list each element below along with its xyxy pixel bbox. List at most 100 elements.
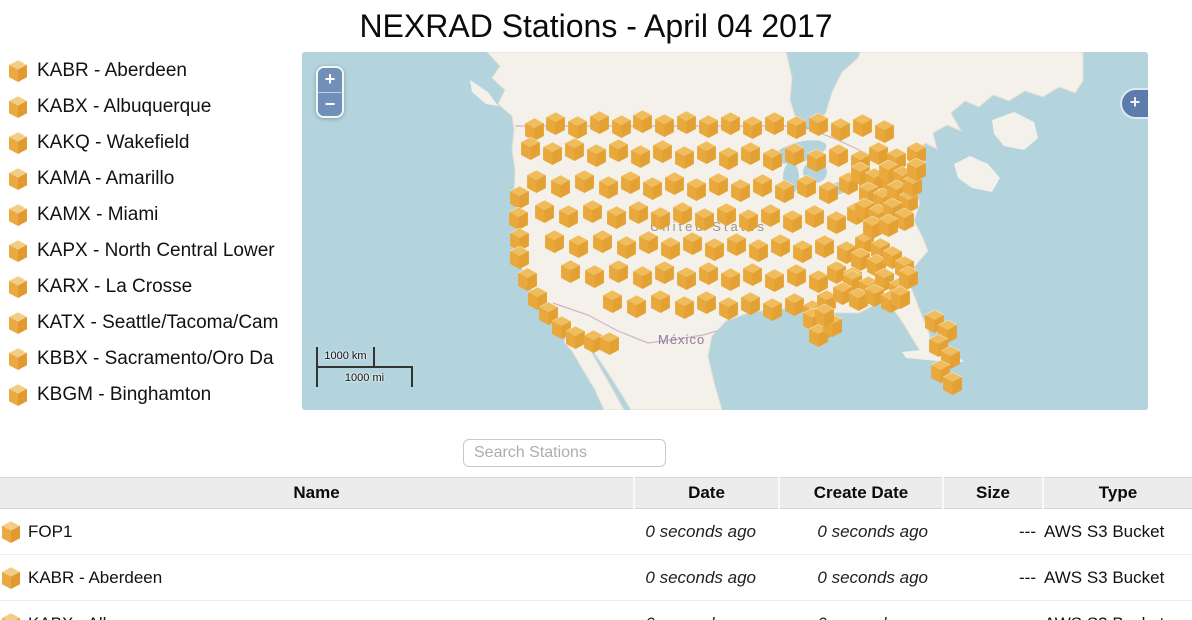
s3-bucket-marker[interactable] [786, 116, 807, 139]
s3-bucket-marker[interactable] [650, 207, 671, 230]
s3-bucket-marker[interactable] [599, 332, 620, 355]
s3-bucket-marker[interactable] [770, 234, 791, 257]
s3-bucket-marker[interactable] [654, 261, 675, 284]
s3-bucket-marker[interactable] [626, 295, 647, 318]
s3-bucket-marker[interactable] [764, 112, 785, 135]
s3-bucket-marker[interactable] [764, 269, 785, 292]
s3-bucket-marker[interactable] [742, 116, 763, 139]
s3-bucket-marker[interactable] [592, 230, 613, 253]
s3-bucket-marker[interactable] [544, 230, 565, 253]
s3-bucket-marker[interactable] [574, 170, 595, 193]
column-header-create-date[interactable]: Create Date [778, 477, 942, 509]
s3-bucket-marker[interactable] [796, 175, 817, 198]
s3-bucket-marker[interactable] [520, 137, 541, 160]
s3-bucket-marker[interactable] [672, 202, 693, 225]
s3-bucket-marker[interactable] [828, 144, 849, 167]
s3-bucket-marker[interactable] [586, 144, 607, 167]
s3-bucket-marker[interactable] [806, 149, 827, 172]
s3-bucket-marker[interactable] [874, 120, 895, 143]
s3-bucket-marker[interactable] [784, 143, 805, 166]
layers-expand-button[interactable]: + [1122, 90, 1148, 117]
s3-bucket-marker[interactable] [726, 233, 747, 256]
s3-bucket-marker[interactable] [686, 178, 707, 201]
sidebar-station-item[interactable]: KARX - La Crosse [8, 269, 282, 305]
s3-bucket-marker[interactable] [720, 268, 741, 291]
s3-bucket-marker[interactable] [606, 206, 627, 229]
sidebar-station-item[interactable]: KAKQ - Wakefield [8, 125, 282, 161]
s3-bucket-marker[interactable] [718, 297, 739, 320]
s3-bucket-marker[interactable] [598, 176, 619, 199]
table-row[interactable]: KABX - Albuquerque 0 seconds ago 0 secon… [0, 601, 1192, 620]
s3-bucket-marker[interactable] [650, 290, 671, 313]
s3-bucket-marker[interactable] [718, 147, 739, 170]
s3-bucket-marker[interactable] [560, 260, 581, 283]
s3-bucket-marker[interactable] [760, 204, 781, 227]
s3-bucket-marker[interactable] [642, 177, 663, 200]
s3-bucket-marker[interactable] [792, 240, 813, 263]
sidebar-station-item[interactable]: KABR - Aberdeen [8, 53, 282, 89]
s3-bucket-marker[interactable] [740, 292, 761, 315]
s3-bucket-marker[interactable] [814, 304, 835, 327]
s3-bucket-marker[interactable] [730, 179, 751, 202]
sidebar-station-item[interactable]: KBBX - Sacramento/Oro Da [8, 341, 282, 377]
s3-bucket-marker[interactable] [676, 267, 697, 290]
s3-bucket-marker[interactable] [584, 265, 605, 288]
s3-bucket-marker[interactable] [632, 266, 653, 289]
s3-bucket-marker[interactable] [682, 232, 703, 255]
s3-bucket-marker[interactable] [545, 112, 566, 135]
s3-bucket-marker[interactable] [696, 291, 717, 314]
s3-bucket-marker[interactable] [738, 209, 759, 232]
s3-bucket-marker[interactable] [509, 186, 530, 209]
s3-bucket-marker[interactable] [762, 148, 783, 171]
s3-bucket-marker[interactable] [630, 145, 651, 168]
sidebar-station-item[interactable]: KATX - Seattle/Tacoma/Cam [8, 305, 282, 341]
sidebar-station-item[interactable]: KBGM - Binghamton [8, 377, 282, 413]
s3-bucket-marker[interactable] [608, 139, 629, 162]
sidebar-station-item[interactable]: KAMX - Miami [8, 197, 282, 233]
s3-bucket-marker[interactable] [616, 236, 637, 259]
zoom-in-button[interactable]: + [318, 68, 342, 92]
s3-bucket-marker[interactable] [774, 180, 795, 203]
s3-bucket-marker[interactable] [664, 172, 685, 195]
column-header-name[interactable]: Name [0, 477, 633, 509]
s3-bucket-marker[interactable] [676, 111, 697, 134]
column-header-date[interactable]: Date [633, 477, 778, 509]
s3-bucket-marker[interactable] [582, 200, 603, 223]
s3-bucket-marker[interactable] [602, 290, 623, 313]
s3-bucket-marker[interactable] [752, 174, 773, 197]
s3-bucket-marker[interactable] [818, 181, 839, 204]
cell-name[interactable]: KABX - Albuquerque [0, 613, 633, 620]
column-header-size[interactable]: Size [942, 477, 1042, 509]
s3-bucket-marker[interactable] [550, 175, 571, 198]
zoom-out-button[interactable]: − [318, 92, 342, 116]
s3-bucket-marker[interactable] [564, 138, 585, 161]
s3-bucket-marker[interactable] [694, 208, 715, 231]
s3-bucket-marker[interactable] [782, 210, 803, 233]
column-header-type[interactable]: Type [1042, 477, 1192, 509]
s3-bucket-marker[interactable] [558, 205, 579, 228]
s3-bucket-marker[interactable] [786, 264, 807, 287]
s3-bucket-marker[interactable] [509, 246, 530, 269]
s3-bucket-marker[interactable] [698, 115, 719, 138]
s3-bucket-marker[interactable] [740, 142, 761, 165]
s3-bucket-marker[interactable] [906, 158, 927, 181]
s3-bucket-marker[interactable] [890, 286, 911, 309]
s3-bucket-marker[interactable] [628, 201, 649, 224]
s3-bucket-marker[interactable] [611, 115, 632, 138]
s3-bucket-marker[interactable] [852, 114, 873, 137]
s3-bucket-marker[interactable] [660, 237, 681, 260]
s3-bucket-marker[interactable] [638, 231, 659, 254]
sidebar-station-item[interactable]: KAMA - Amarillo [8, 161, 282, 197]
s3-bucket-marker[interactable] [716, 203, 737, 226]
s3-bucket-marker[interactable] [654, 114, 675, 137]
s3-bucket-marker[interactable] [632, 110, 653, 133]
sidebar-station-item[interactable]: KABX - Albuquerque [8, 89, 282, 125]
s3-bucket-marker[interactable] [708, 173, 729, 196]
s3-bucket-marker[interactable] [814, 235, 835, 258]
s3-bucket-marker[interactable] [696, 141, 717, 164]
s3-bucket-marker[interactable] [567, 116, 588, 139]
s3-bucket-marker[interactable] [704, 238, 725, 261]
s3-bucket-marker[interactable] [742, 263, 763, 286]
s3-bucket-marker[interactable] [830, 118, 851, 141]
s3-bucket-marker[interactable] [878, 214, 899, 237]
